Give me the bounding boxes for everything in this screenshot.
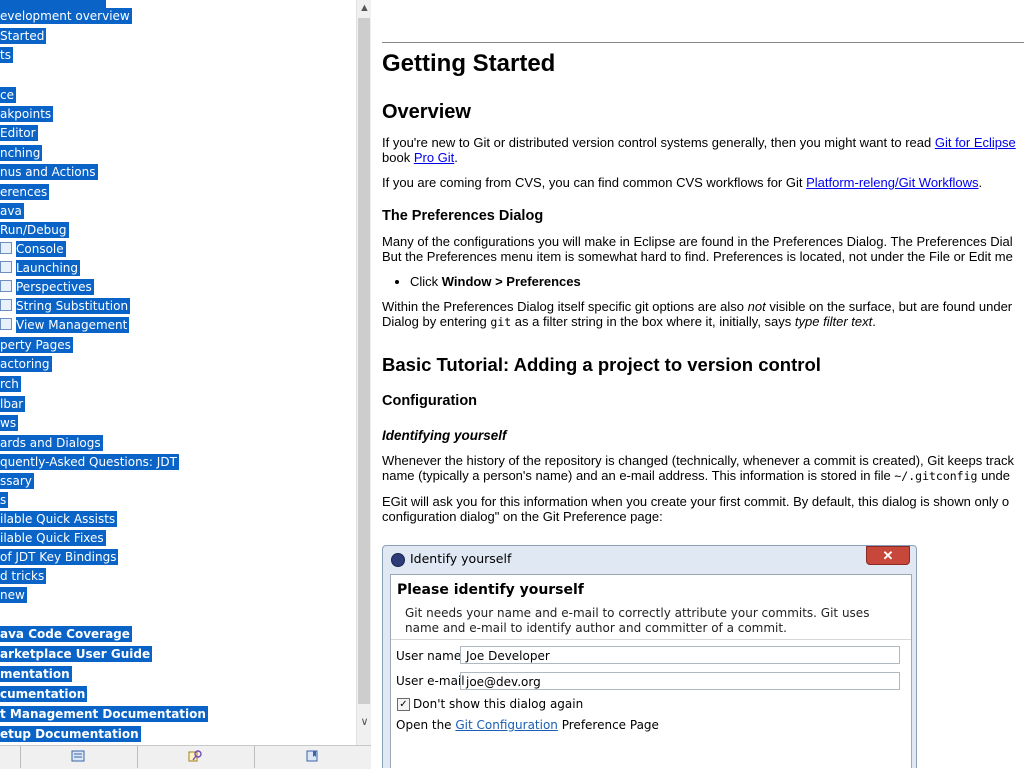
search-results-tab[interactable] bbox=[137, 746, 254, 768]
toc-book[interactable]: ava Code Coverage bbox=[0, 626, 132, 642]
scroll-thumb[interactable] bbox=[358, 18, 370, 704]
toc-item[interactable]: Editor bbox=[0, 125, 38, 141]
help-content-panel: Getting Started Overview If you're new t… bbox=[371, 0, 1024, 768]
toc-item[interactable]: ssary bbox=[0, 473, 34, 489]
overview-paragraph-line2: book Pro Git. bbox=[382, 150, 458, 165]
preferences-heading: The Preferences Dialog bbox=[382, 208, 544, 224]
toc-item[interactable]: erences bbox=[0, 184, 50, 200]
pro-git-link[interactable]: Pro Git bbox=[414, 150, 454, 165]
toc-item[interactable]: nching bbox=[0, 145, 43, 161]
toc-item[interactable]: Console bbox=[0, 241, 66, 257]
topic-page-icon bbox=[0, 280, 12, 292]
toc-item[interactable]: rch bbox=[0, 376, 21, 392]
toc-item[interactable]: nus and Actions bbox=[0, 164, 98, 180]
scroll-up-arrow-icon[interactable]: ▲ bbox=[357, 0, 372, 16]
topic-page-icon bbox=[0, 261, 12, 273]
toc-item[interactable]: akpoints bbox=[0, 106, 54, 122]
git-configuration-link: Git Configuration bbox=[455, 718, 558, 732]
toc-book[interactable]: etup Documentation bbox=[0, 726, 141, 742]
identify-heading: Identifying yourself bbox=[382, 428, 507, 443]
topic-page-icon bbox=[0, 318, 12, 330]
identify-dialog-screenshot: Identify yourself ✕ Please identify your… bbox=[382, 545, 917, 768]
preferences-paragraph: Many of the configurations you will make… bbox=[382, 234, 1013, 249]
git-for-eclipse-link[interactable]: Git for Eclipse bbox=[935, 135, 1016, 150]
toc-item[interactable]: ce bbox=[0, 87, 16, 103]
toc-item[interactable]: String Substitution bbox=[0, 298, 131, 314]
dialog-heading: Please identify yourself bbox=[397, 582, 584, 598]
toc-item[interactable]: ards and Dialogs bbox=[0, 435, 103, 451]
toc-item[interactable]: Run/Debug bbox=[0, 222, 69, 238]
toc-item[interactable]: Launching bbox=[0, 260, 81, 276]
article: Getting Started Overview If you're new t… bbox=[382, 48, 1024, 524]
toc-book[interactable]: mentation bbox=[0, 666, 72, 682]
user-name-label: User name bbox=[396, 649, 462, 663]
close-icon: ✕ bbox=[866, 546, 910, 565]
open-preference-text: Open the Git Configuration Preference Pa… bbox=[396, 718, 659, 732]
scroll-down-arrow-icon[interactable]: ∨ bbox=[357, 714, 372, 730]
toc-item[interactable]: ilable Quick Fixes bbox=[0, 530, 106, 546]
toc-item[interactable]: ilable Quick Assists bbox=[0, 511, 118, 527]
topic-page-icon bbox=[0, 299, 12, 311]
cvs-paragraph: If you are coming from CVS, you can find… bbox=[382, 175, 983, 190]
page-title: Getting Started bbox=[382, 50, 556, 77]
dialog-body: Please identify yourself Git needs your … bbox=[390, 574, 912, 768]
git-workflows-link[interactable]: Platform-releng/Git Workflows bbox=[806, 175, 978, 190]
toc-item[interactable]: perty Pages bbox=[0, 337, 73, 353]
toc-item[interactable]: quently-Asked Questions: JDT bbox=[0, 454, 179, 470]
toc-item[interactable]: lbar bbox=[0, 396, 26, 412]
tutorial-heading: Basic Tutorial: Adding a project to vers… bbox=[382, 354, 821, 375]
user-name-field: Joe Developer bbox=[460, 646, 900, 664]
toc-item[interactable]: Started bbox=[0, 28, 47, 44]
toc-item[interactable]: Perspectives bbox=[0, 279, 94, 295]
toc-bottom-toolbar bbox=[0, 745, 371, 769]
toc-item[interactable]: s bbox=[0, 492, 9, 508]
preferences-steps: Click Window > Preferences bbox=[382, 274, 1024, 289]
toc-book[interactable]: cumentation bbox=[0, 686, 88, 702]
user-email-field: joe@dev.org bbox=[460, 672, 900, 690]
toc-item[interactable]: d tricks bbox=[0, 568, 47, 584]
search-results-icon bbox=[188, 750, 202, 762]
contents-tab[interactable] bbox=[20, 746, 137, 768]
toc-scrollbar[interactable]: ▲ ∨ bbox=[356, 0, 372, 745]
preferences-paragraph-line2: But the Preferences menu item is somewha… bbox=[382, 249, 1013, 264]
dialog-titlebar: Identify yourself ✕ bbox=[383, 546, 916, 570]
toc-item[interactable]: View Management bbox=[0, 317, 130, 333]
help-toc-panel: evelopment overview Started ts ce akpoin… bbox=[0, 0, 356, 745]
overview-paragraph: If you're new to Git or distributed vers… bbox=[382, 135, 1016, 150]
history-paragraph: Whenever the history of the repository i… bbox=[382, 453, 1014, 468]
git-options-paragraph-line2: Dialog by entering git as a filter strin… bbox=[382, 314, 876, 329]
toc-item[interactable]: evelopment overview bbox=[0, 8, 132, 24]
overview-heading: Overview bbox=[382, 101, 471, 123]
toc-item[interactable]: actoring bbox=[0, 356, 52, 372]
history-paragraph-line2: name (typically a person's name) and an … bbox=[382, 468, 1011, 483]
contents-icon bbox=[71, 750, 85, 762]
egit-paragraph-line2: configuration dialog" on the Git Prefere… bbox=[382, 509, 663, 524]
configuration-heading: Configuration bbox=[382, 393, 478, 409]
dont-show-checkbox: ✓ bbox=[397, 698, 410, 711]
header-rule bbox=[382, 42, 1024, 43]
toc-item[interactable]: of JDT Key Bindings bbox=[0, 549, 119, 565]
toc-item[interactable]: ava bbox=[0, 203, 24, 219]
dont-show-label: Don't show this dialog again bbox=[413, 697, 584, 711]
toc-book[interactable]: t Management Documentation bbox=[0, 706, 208, 722]
dialog-title: Identify yourself bbox=[410, 551, 512, 566]
toc-item[interactable]: ts bbox=[0, 47, 13, 63]
toc-book[interactable]: arketplace User Guide bbox=[0, 646, 153, 662]
eclipse-icon bbox=[391, 553, 405, 567]
dialog-description: Git needs your name and e-mail to correc… bbox=[405, 606, 870, 635]
topic-page-icon bbox=[0, 242, 12, 254]
egit-paragraph: EGit will ask you for this information w… bbox=[382, 494, 1010, 509]
dialog-separator bbox=[391, 639, 911, 640]
bookmarks-tab[interactable] bbox=[254, 746, 371, 768]
toc-item[interactable]: new bbox=[0, 587, 27, 603]
step-item: Click Window > Preferences bbox=[410, 274, 1024, 289]
user-email-label: User e-mail bbox=[396, 674, 465, 688]
toc-item[interactable]: ws bbox=[0, 415, 19, 431]
bookmarks-icon bbox=[306, 750, 318, 762]
git-options-paragraph: Within the Preferences Dialog itself spe… bbox=[382, 299, 1013, 314]
